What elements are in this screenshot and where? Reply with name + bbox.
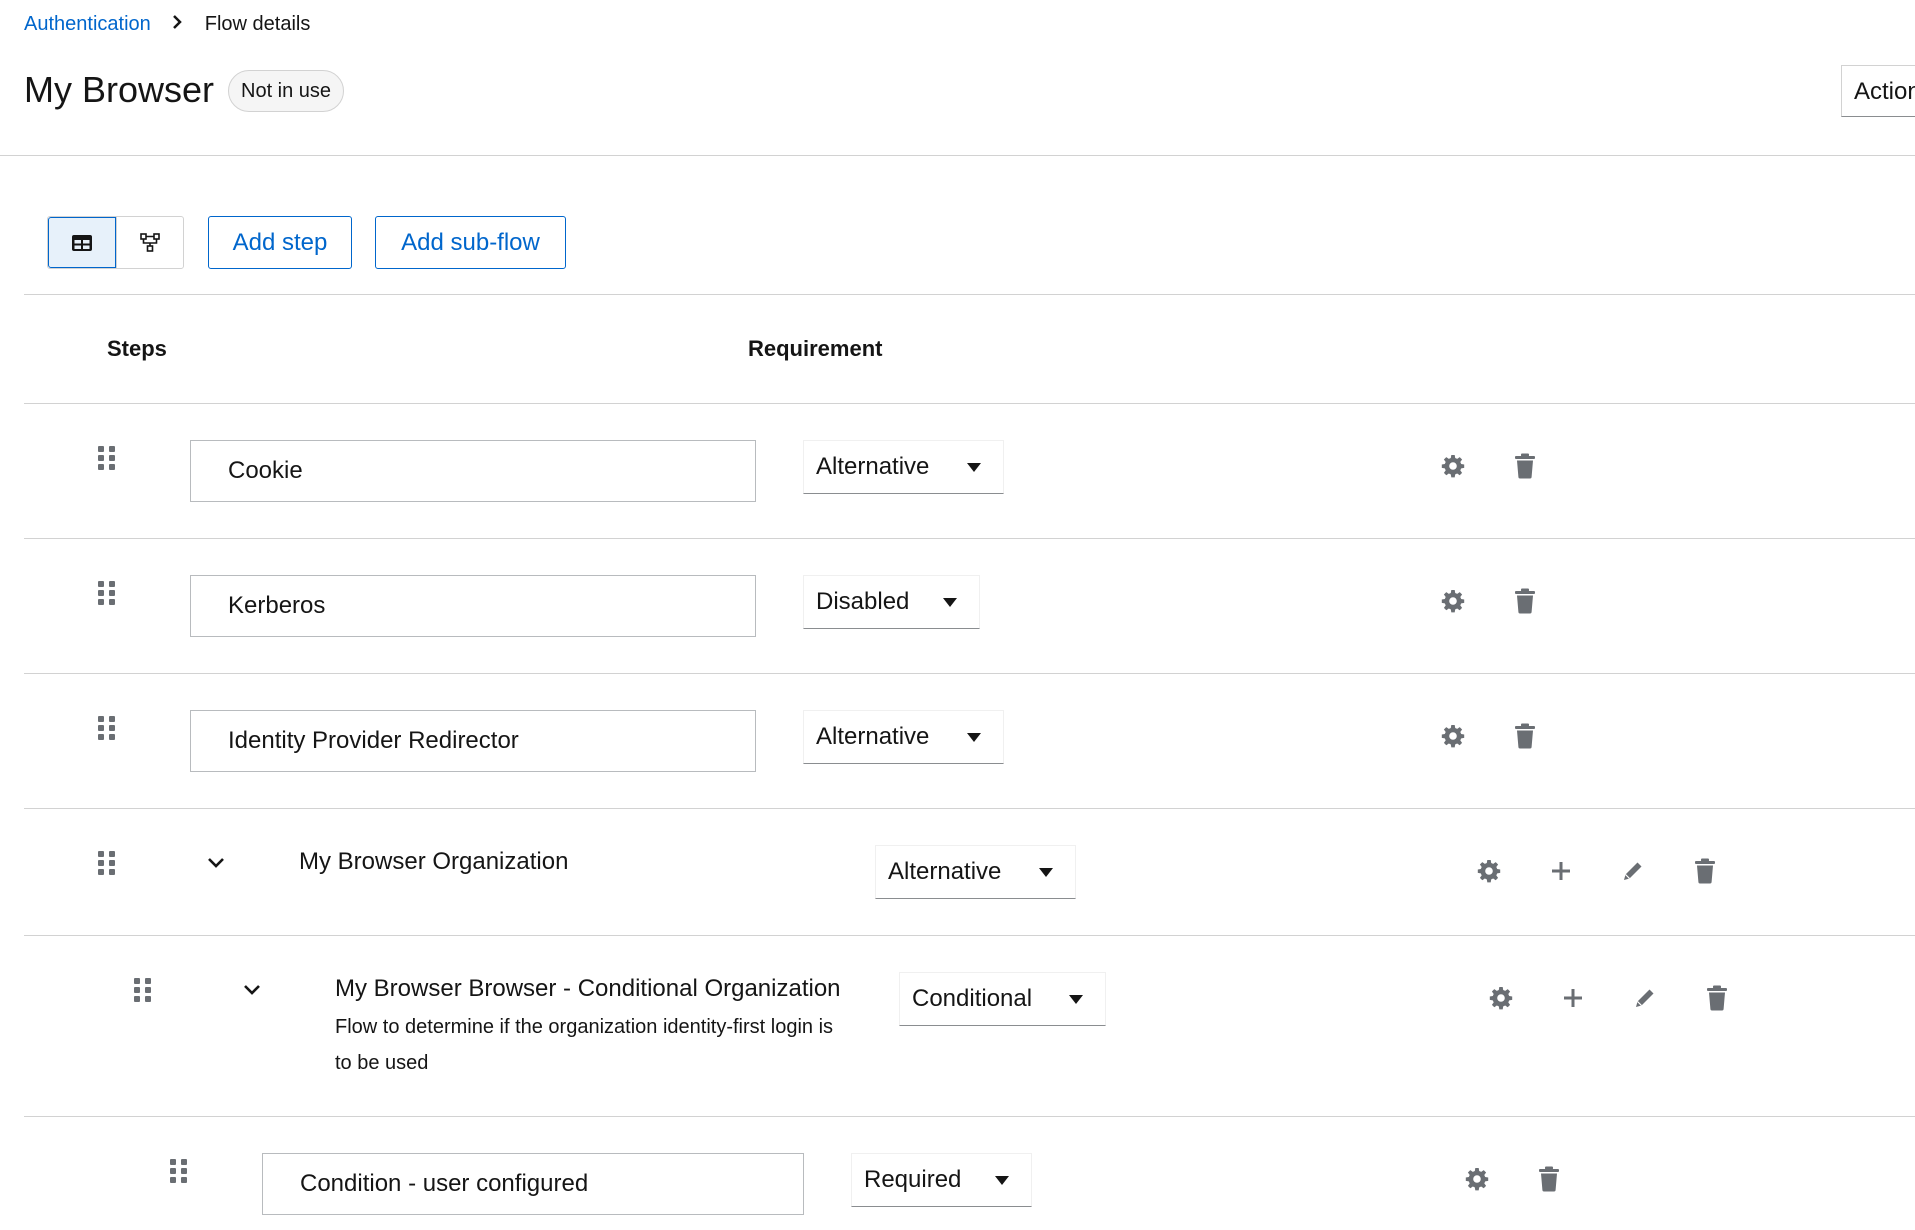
row-divider [24,538,1915,539]
pencil-icon[interactable] [1619,857,1647,885]
requirement-select[interactable]: Alternative [803,710,1004,764]
drag-handle-icon[interactable] [134,978,154,1002]
trash-icon[interactable] [1511,452,1539,480]
step-name-box: Cookie [190,440,756,502]
requirement-value: Required [864,1166,962,1193]
step-name-box: Condition - user configured [262,1153,804,1215]
caret-down-icon [943,597,957,607]
page-title: My Browser [24,69,215,110]
chevron-down-icon[interactable] [238,976,266,1004]
diagram-view-toggle[interactable] [115,217,184,268]
requirement-value: Alternative [816,723,930,750]
table-icon [68,229,96,257]
subflow-name: My Browser Browser - Conditional Organiz… [335,975,841,1002]
toolbar-divider [24,294,1915,295]
step-name-box: Kerberos [190,575,756,637]
row-divider [24,673,1915,674]
requirement-select[interactable]: Alternative [875,845,1076,899]
plus-icon[interactable] [1559,984,1587,1012]
column-header-steps: Steps [107,336,167,361]
trash-icon[interactable] [1703,984,1731,1012]
caret-down-icon [967,732,981,742]
drag-handle-icon[interactable] [98,851,118,875]
drag-handle-icon[interactable] [98,446,118,470]
subflow-description: Flow to determine if the organization id… [335,1016,834,1074]
table-view-toggle[interactable] [48,217,116,268]
requirement-value: Disabled [816,588,910,615]
gear-icon[interactable] [1487,984,1515,1012]
diagram-icon [136,229,164,257]
requirement-value: Conditional [912,985,1033,1012]
requirement-select[interactable]: Disabled [803,575,980,629]
chevron-down-icon[interactable] [202,849,230,877]
breadcrumb-authentication-link[interactable]: Authentication [24,13,151,36]
table-header-divider [24,403,1915,404]
breadcrumb-current: Flow details [204,12,311,35]
column-header-requirement: Requirement [748,336,883,361]
drag-handle-icon[interactable] [98,581,118,605]
gear-icon[interactable] [1439,587,1467,615]
caret-down-icon [967,462,981,472]
chevron-right-icon [171,14,183,35]
requirement-value: Alternative [816,453,930,480]
view-toggle-group [47,216,184,269]
status-badge: Not in use [228,70,345,112]
gear-icon[interactable] [1439,452,1467,480]
caret-down-icon [995,1175,1009,1185]
requirement-select[interactable]: Alternative [803,440,1004,494]
caret-down-icon [1069,994,1083,1004]
trash-icon[interactable] [1511,722,1539,750]
gear-icon[interactable] [1463,1165,1491,1193]
breadcrumb: Authentication Flow details [24,10,310,38]
pencil-icon[interactable] [1631,984,1659,1012]
add-step-button[interactable]: Add step [208,216,352,269]
gear-icon[interactable] [1475,857,1503,885]
caret-down-icon [1039,867,1053,877]
requirement-select[interactable]: Required [851,1153,1032,1207]
row-divider [24,808,1915,809]
row-divider [24,1116,1915,1117]
plus-icon[interactable] [1547,857,1575,885]
gear-icon[interactable] [1439,722,1467,750]
drag-handle-icon[interactable] [170,1159,190,1183]
row-divider [24,935,1915,936]
trash-icon[interactable] [1535,1165,1563,1193]
subflow-name: My Browser Organization [299,848,569,875]
trash-icon[interactable] [1691,857,1719,885]
trash-icon[interactable] [1511,587,1539,615]
requirement-select[interactable]: Conditional [899,972,1106,1026]
step-name-box: Identity Provider Redirector [190,710,756,772]
add-subflow-button[interactable]: Add sub-flow [375,216,566,269]
action-dropdown-button[interactable]: Action [1841,65,1915,117]
header-divider [0,155,1915,156]
drag-handle-icon[interactable] [98,716,118,740]
requirement-value: Alternative [888,858,1002,885]
